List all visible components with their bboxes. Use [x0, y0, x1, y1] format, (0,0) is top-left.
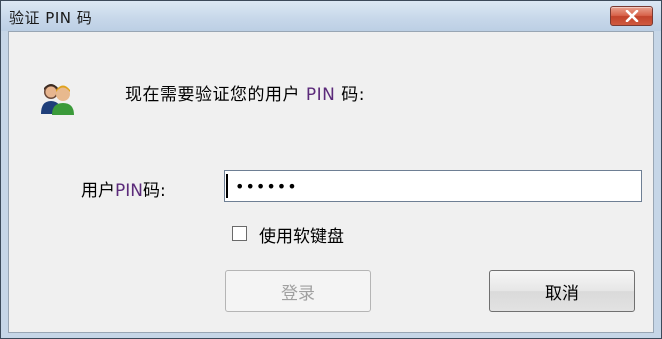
pin-label-pin: PIN — [115, 181, 143, 201]
cancel-button[interactable]: 取消 — [489, 270, 635, 312]
pin-label-start: 用户 — [81, 181, 115, 201]
window-title: 验证 PIN 码 — [9, 9, 93, 27]
users-icon — [41, 84, 74, 115]
soft-keyboard-label[interactable]: 使用软键盘 — [259, 222, 344, 247]
title-bar[interactable]: 验证 PIN 码 — [1, 1, 661, 31]
close-button[interactable] — [610, 6, 653, 26]
soft-keyboard-checkbox[interactable] — [232, 226, 247, 241]
close-icon — [625, 10, 638, 22]
pin-input[interactable] — [224, 170, 642, 202]
prompt-text-start: 现在需要验证您的用户 — [125, 85, 306, 105]
prompt-text-end: 码: — [335, 85, 366, 105]
dialog-content: 现在需要验证您的用户 PIN 码: 用户PIN码: 使用软键盘 登录 取消 — [8, 31, 654, 333]
pin-field-label: 用户PIN码: — [81, 176, 166, 201]
prompt-text: 现在需要验证您的用户 PIN 码: — [125, 80, 365, 105]
pin-dialog-window: 验证 PIN 码 现在需要验证您的用户 PIN 码: 用户PIN码: •••••… — [0, 0, 662, 339]
text-caret — [226, 174, 228, 198]
prompt-text-pin: PIN — [305, 85, 336, 105]
login-button[interactable]: 登录 — [225, 270, 371, 312]
pin-label-end: 码: — [142, 181, 166, 201]
